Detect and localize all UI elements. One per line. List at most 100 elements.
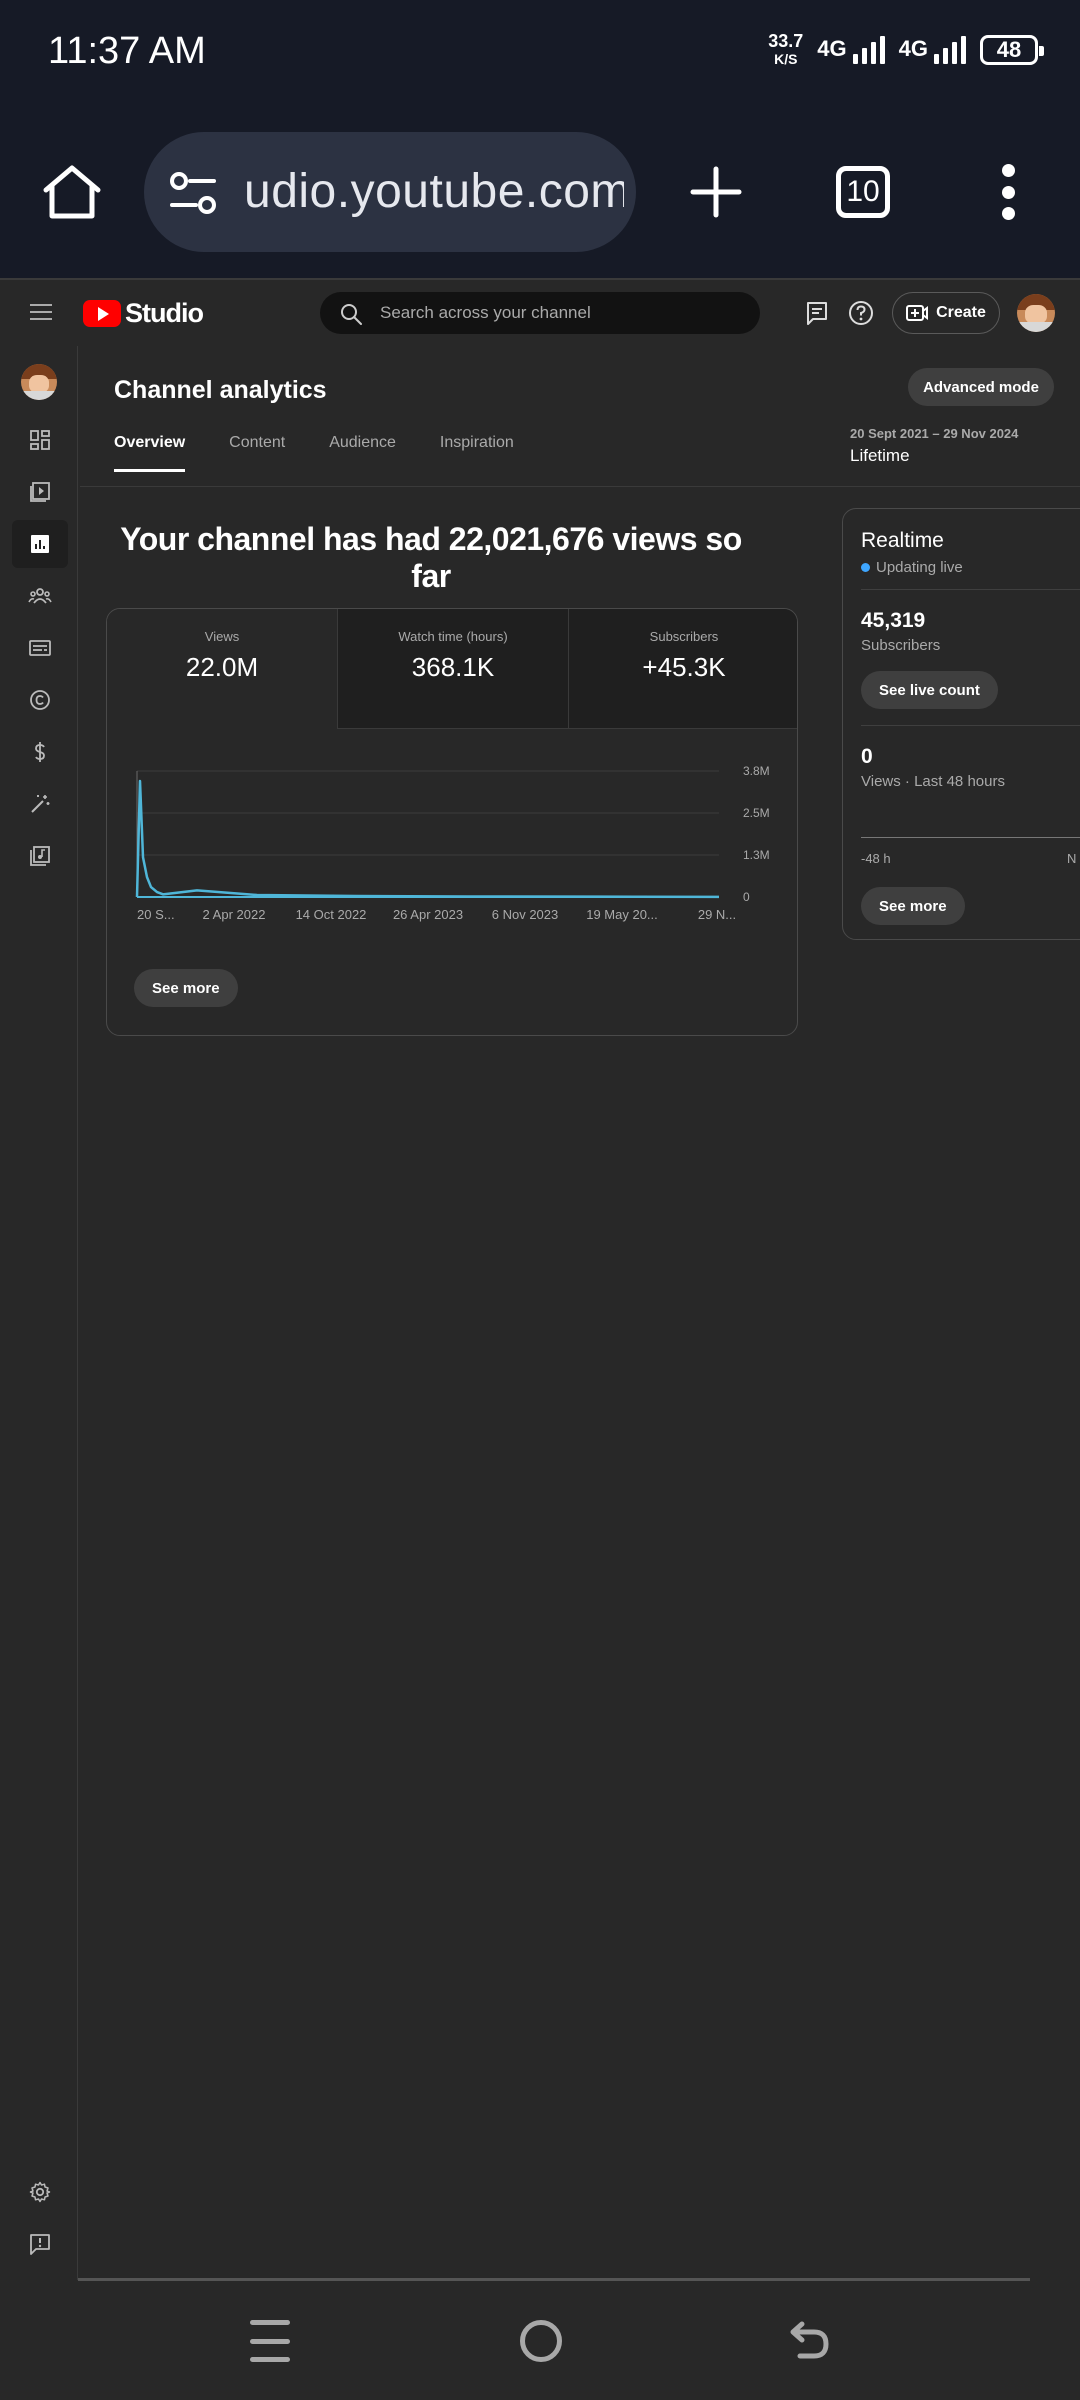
status-bar: 11:37 AM 33.7 K/S 4G 4G 48 <box>0 0 1080 110</box>
new-tab-icon[interactable] <box>690 166 742 218</box>
views-line-chart: 3.8M 2.5M 1.3M 0 20 S... 2 Apr 2022 14 Oct 202… <box>135 764 770 922</box>
metric-subscribers[interactable]: Subscribers +45.3K <box>569 609 797 729</box>
chart-x-tick-label: 29 N... <box>698 907 736 922</box>
sidebar-item-earn[interactable] <box>12 728 68 776</box>
status-indicators: 33.7 K/S 4G 4G 48 <box>768 32 1044 68</box>
channel-avatar[interactable] <box>21 364 57 400</box>
sidebar-item-settings[interactable] <box>12 2168 68 2216</box>
chart-x-tick-label: 19 May 20... <box>586 907 658 922</box>
menu-icon[interactable] <box>30 304 52 320</box>
chart-series-line <box>135 779 720 899</box>
realtime-subscribers-value: 45,319 <box>861 609 926 632</box>
date-range[interactable]: 20 Sept 2021 – 29 Nov 2024 <box>850 426 1018 441</box>
home-icon[interactable] <box>40 160 104 224</box>
chart-see-more-button[interactable]: See more <box>134 969 238 1007</box>
realtime-axis-start: -48 h <box>861 851 891 866</box>
network-speed: 33.7 K/S <box>768 32 803 68</box>
realtime-see-more-button[interactable]: See more <box>861 887 965 925</box>
android-navigation-bar <box>0 2282 1080 2400</box>
sidebar-item-copyright[interactable] <box>12 676 68 724</box>
site-settings-icon[interactable] <box>168 170 218 216</box>
youtube-studio-logo[interactable]: Studio <box>83 298 204 329</box>
overview-chart-card: Views 22.0M Watch time (hours) 368.1K Su… <box>106 608 798 1036</box>
search-input[interactable] <box>380 292 740 334</box>
community-icon <box>28 588 52 604</box>
metric-views[interactable]: Views 22.0M <box>107 609 338 729</box>
signal-1-label: 4G <box>817 36 847 61</box>
recent-apps-icon[interactable] <box>250 2320 290 2362</box>
page-title: Channel analytics <box>114 376 327 404</box>
live-dot-icon <box>861 563 870 572</box>
sidebar-item-dashboard[interactable] <box>12 416 68 464</box>
network-speed-unit: K/S <box>774 51 798 67</box>
feedback-alert-icon <box>30 2234 50 2255</box>
realtime-status: Updating live <box>861 559 963 576</box>
content-icon <box>30 482 50 502</box>
analytics-icon <box>31 535 49 553</box>
views-headline: Your channel has had 22,021,676 views so… <box>120 521 742 594</box>
avatar[interactable] <box>1017 294 1055 332</box>
battery-icon: 48 <box>980 35 1044 65</box>
tab-overview[interactable]: Overview <box>114 432 186 472</box>
tab-audience[interactable]: Audience <box>329 432 396 472</box>
realtime-subscribers-label: Subscribers <box>861 637 941 654</box>
subtitles-icon <box>29 640 51 656</box>
see-live-count-button[interactable]: See live count <box>861 671 998 709</box>
sidebar-item-community[interactable] <box>12 572 68 620</box>
youtube-play-icon <box>83 300 121 327</box>
add-video-icon <box>906 305 929 321</box>
studio-header: Studio Create <box>0 278 1080 344</box>
browser-toolbar: udio.youtube.com 10 <box>0 110 1080 278</box>
dashboard-icon <box>30 430 50 450</box>
tab-content[interactable]: Content <box>229 432 285 472</box>
chart-x-tick-label: 6 Nov 2023 <box>492 907 559 922</box>
advanced-mode-button[interactable]: Advanced mode <box>908 368 1054 406</box>
search-bar[interactable] <box>320 292 760 334</box>
signal-icon: 4G <box>899 36 966 64</box>
sidebar-item-customization[interactable] <box>12 780 68 828</box>
help-icon[interactable] <box>848 300 874 326</box>
magic-wand-icon <box>31 795 50 813</box>
address-bar[interactable]: udio.youtube.com <box>144 132 636 252</box>
chart-y-tick-label: 1.3M <box>743 848 770 862</box>
realtime-title: Realtime <box>861 529 944 552</box>
metric-label: Views <box>204 629 240 644</box>
sidebar-item-analytics[interactable] <box>12 520 68 568</box>
create-button[interactable]: Create <box>892 292 1000 334</box>
back-icon[interactable] <box>786 2318 832 2364</box>
home-button-icon[interactable] <box>520 2320 562 2362</box>
network-speed-value: 33.7 <box>768 31 804 51</box>
scroll-indicator <box>78 2278 1030 2281</box>
chart-y-tick-label: 2.5M <box>743 806 770 820</box>
chart-x-tick-label: 20 S... <box>137 907 175 922</box>
sidebar <box>0 346 78 2280</box>
chart-x-tick-label: 14 Oct 2022 <box>296 907 367 922</box>
metric-value: +45.3K <box>642 652 726 682</box>
divider <box>861 725 1080 726</box>
sidebar-item-audio-library[interactable] <box>12 832 68 880</box>
signal-2-label: 4G <box>898 36 928 61</box>
sidebar-item-send-feedback[interactable] <box>12 2220 68 2268</box>
chart-x-tick-label: 26 Apr 2023 <box>393 907 463 922</box>
sidebar-item-content[interactable] <box>12 468 68 516</box>
url-text[interactable]: udio.youtube.com <box>244 164 624 219</box>
signal-icon: 4G <box>817 36 885 64</box>
copyright-icon <box>30 690 50 710</box>
tab-inspiration[interactable]: Inspiration <box>440 432 514 472</box>
realtime-chart-axis <box>861 837 1080 838</box>
feedback-icon[interactable] <box>804 300 830 326</box>
create-label: Create <box>936 304 986 321</box>
realtime-axis-end: N <box>1067 851 1077 866</box>
metric-value: 368.1K <box>411 652 495 682</box>
browser-menu-icon[interactable] <box>998 164 1018 220</box>
date-range-label[interactable]: Lifetime <box>850 446 910 466</box>
sidebar-item-subtitles[interactable] <box>12 624 68 672</box>
audio-library-icon <box>30 846 50 866</box>
tab-switcher-button[interactable]: 10 <box>836 166 890 218</box>
gear-icon <box>29 2181 51 2203</box>
dollar-icon <box>35 742 45 762</box>
realtime-status-text: Updating live <box>876 559 963 576</box>
metric-watch-time[interactable]: Watch time (hours) 368.1K <box>338 609 569 729</box>
status-time: 11:37 AM <box>48 30 206 72</box>
main-content: Channel analytics Advanced mode Overview… <box>80 346 1080 2280</box>
